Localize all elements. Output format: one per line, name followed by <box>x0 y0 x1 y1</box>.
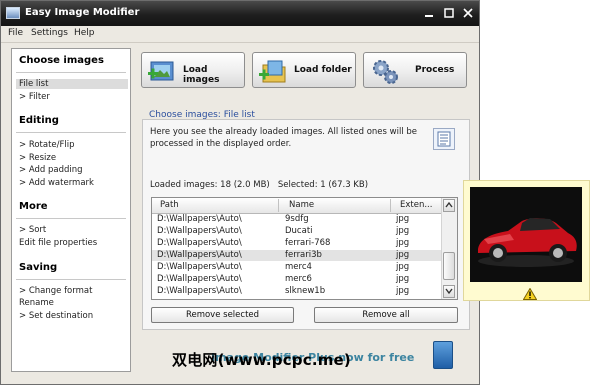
warning-icon <box>523 288 537 300</box>
panel-description: Here you see the already loaded images. … <box>150 127 418 149</box>
load-folder-button[interactable]: Load folder <box>252 52 356 88</box>
app-icon <box>6 7 20 19</box>
list-info-icon <box>433 128 455 150</box>
cell-name: ferrari-768 <box>285 238 331 248</box>
sidebar-item-rotate-flip[interactable]: > Rotate/Flip <box>19 140 75 150</box>
column-extension[interactable]: Exten... <box>400 200 432 210</box>
sidebar-item-resize[interactable]: > Resize <box>19 153 56 163</box>
sidebar: Choose images File list > Filter Editing… <box>11 48 131 372</box>
section-saving: Saving <box>19 262 58 273</box>
cell-extension: jpg <box>396 226 410 236</box>
gears-icon <box>373 60 398 84</box>
watermark-text: 双电网(www.pcpc.me) <box>172 351 351 369</box>
maximize-icon <box>444 8 454 18</box>
menu-help[interactable]: Help <box>74 28 95 38</box>
sidebar-item-rename[interactable]: Rename <box>19 298 54 308</box>
remove-all-button[interactable]: Remove all <box>314 307 458 323</box>
load-folder-label: Load folder <box>294 65 352 75</box>
table-row[interactable]: D:\Wallpapers\Auto\ slknew1b jpg <box>152 286 442 297</box>
minimize-icon <box>425 15 433 17</box>
menu-bar: File Settings Help <box>1 26 479 43</box>
cell-name: Ducati <box>285 226 313 236</box>
title-bar[interactable]: Easy Image Modifier <box>1 1 479 26</box>
menu-file[interactable]: File <box>8 28 23 38</box>
cell-path: D:\Wallpapers\Auto\ <box>157 250 242 260</box>
cell-path: D:\Wallpapers\Auto\ <box>157 226 242 236</box>
sidebar-item-filter[interactable]: > Filter <box>19 92 50 102</box>
close-button[interactable] <box>460 6 476 21</box>
cell-name: 9sdfg <box>285 214 309 224</box>
column-separator <box>390 199 391 212</box>
scroll-down-button[interactable] <box>443 285 455 298</box>
table-row[interactable]: D:\Wallpapers\Auto\ ferrari-768 jpg <box>152 238 442 249</box>
cell-name: ferrari3b <box>285 250 322 260</box>
column-path[interactable]: Path <box>160 200 179 210</box>
sidebar-item-sort[interactable]: > Sort <box>19 225 46 235</box>
table-header: Path Name Exten... <box>152 198 442 214</box>
chevron-up-icon <box>445 201 453 208</box>
menu-settings[interactable]: Settings <box>31 28 68 38</box>
cell-extension: jpg <box>396 238 410 248</box>
cell-extension: jpg <box>396 214 410 224</box>
loaded-count: Loaded images: 18 (2.0 MB) <box>150 180 270 190</box>
cell-name: merc4 <box>285 262 312 272</box>
load-images-label: Load images <box>183 65 220 85</box>
cell-extension: jpg <box>396 286 410 296</box>
table-row[interactable]: D:\Wallpapers\Auto\ Ducati jpg <box>152 226 442 237</box>
sidebar-item-file-list[interactable]: File list <box>16 79 128 89</box>
scroll-up-button[interactable] <box>443 199 455 212</box>
app-window: Easy Image Modifier File Settings Help C… <box>0 0 480 385</box>
divider <box>16 72 126 73</box>
close-icon <box>463 8 473 18</box>
cell-path: D:\Wallpapers\Auto\ <box>157 214 242 224</box>
maximize-button[interactable] <box>441 6 457 21</box>
table-scrollbar[interactable] <box>441 198 457 299</box>
process-label: Process <box>415 65 455 75</box>
minimize-button[interactable] <box>421 6 437 21</box>
cell-extension: jpg <box>396 262 410 272</box>
divider <box>16 132 126 133</box>
divider <box>16 279 126 280</box>
divider <box>16 218 126 219</box>
loaded-summary: Loaded images: 18 (2.0 MB) Selected: 1 (… <box>150 180 368 190</box>
section-more: More <box>19 201 48 212</box>
cell-path: D:\Wallpapers\Auto\ <box>157 238 242 248</box>
table-row[interactable]: D:\Wallpapers\Auto\ merc6 jpg <box>152 274 442 285</box>
cell-extension: jpg <box>396 274 410 284</box>
column-separator <box>278 199 279 212</box>
remove-selected-button[interactable]: Remove selected <box>151 307 294 323</box>
chevron-down-icon <box>445 288 453 295</box>
product-box-icon <box>433 341 453 369</box>
cell-extension: jpg <box>396 250 410 260</box>
scroll-thumb[interactable] <box>443 252 455 280</box>
sidebar-item-add-padding[interactable]: > Add padding <box>19 165 83 175</box>
selected-count: Selected: 1 (67.3 KB) <box>277 180 369 190</box>
window-title: Easy Image Modifier <box>25 7 140 18</box>
load-images-button[interactable]: Load images <box>141 52 245 88</box>
section-choose-images: Choose images <box>19 55 104 66</box>
process-button[interactable]: Process <box>363 52 467 88</box>
table-row[interactable]: D:\Wallpapers\Auto\ merc4 jpg <box>152 262 442 273</box>
section-editing: Editing <box>19 115 59 126</box>
column-name[interactable]: Name <box>289 200 314 210</box>
cell-path: D:\Wallpapers\Auto\ <box>157 286 242 296</box>
cell-name: merc6 <box>285 274 312 284</box>
file-list-table[interactable]: Path Name Exten... D:\Wallpapers\Auto\ 9… <box>151 197 458 300</box>
car-preview-image <box>470 187 582 282</box>
table-row[interactable]: D:\Wallpapers\Auto\ 9sdfg jpg <box>152 214 442 225</box>
sidebar-item-edit-file-properties[interactable]: Edit file properties <box>19 238 97 248</box>
cell-name: slknew1b <box>285 286 326 296</box>
load-images-icon <box>148 61 174 81</box>
table-row-selected[interactable]: D:\Wallpapers\Auto\ ferrari3b jpg <box>152 250 442 261</box>
sidebar-item-set-destination[interactable]: > Set destination <box>19 311 93 321</box>
load-folder-icon <box>259 60 286 83</box>
sidebar-item-change-format[interactable]: > Change format <box>19 286 92 296</box>
cell-path: D:\Wallpapers\Auto\ <box>157 262 242 272</box>
cell-path: D:\Wallpapers\Auto\ <box>157 274 242 284</box>
sidebar-item-add-watermark[interactable]: > Add watermark <box>19 178 94 188</box>
